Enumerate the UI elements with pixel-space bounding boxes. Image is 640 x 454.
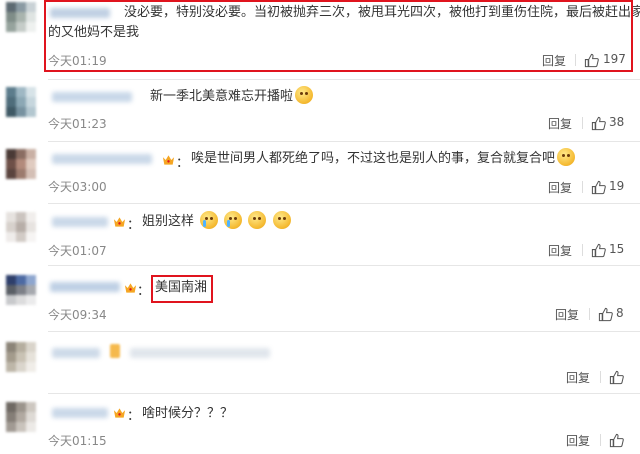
crown-icon	[113, 408, 126, 418]
avatar[interactable]	[6, 402, 36, 432]
comment-text: 姐别这样	[142, 211, 291, 233]
comment-text: 唉是世间男人都死绝了吗，不过这也是别人的事，复合就复合吧	[191, 148, 576, 170]
thumbs-up-icon[interactable]	[591, 116, 606, 131]
colon: ：	[137, 284, 151, 299]
highlight-box	[151, 275, 213, 303]
comment-text: 啥时候分？？？	[142, 406, 234, 421]
username[interactable]	[52, 408, 108, 418]
divider	[600, 371, 601, 383]
comment-time: 今天01:07	[48, 244, 107, 258]
emoji-icon	[248, 211, 267, 229]
reply-button[interactable]: 回复	[548, 179, 572, 196]
like-count: 15	[609, 242, 625, 256]
like-count: 38	[609, 115, 625, 129]
divider	[582, 117, 583, 129]
comment-item: 没必要，特别没必要。当初被抛弃三次，被甩耳光四次，被他打到重伤住院，最后被赶出家…	[0, 0, 640, 78]
thumbs-up-icon[interactable]	[609, 370, 624, 385]
comment-item: ： 姐别这样 今天01:07 回复 15	[0, 204, 640, 266]
reply-button[interactable]: 回复	[566, 432, 590, 449]
comment-text: 新一季北美意难忘开播啦	[150, 86, 314, 108]
username[interactable]	[52, 154, 152, 164]
colon: ：	[127, 409, 141, 424]
comment-time: 今天01:23	[48, 117, 107, 131]
comment-time: 今天03:00	[48, 180, 107, 194]
crown-icon	[113, 217, 126, 227]
crying-emoji-icon	[224, 211, 243, 229]
thumbs-up-icon[interactable]	[591, 243, 606, 258]
username[interactable]	[52, 217, 108, 227]
comment-time: 今天01:15	[48, 434, 107, 448]
comment-item: ： 唉是世间男人都死绝了吗，不过这也是别人的事，复合就复合吧 今天03:00 回…	[0, 142, 640, 204]
colon: ：	[127, 218, 141, 233]
comment-item: ： 啥时候分？？？ 今天01:15 回复	[0, 394, 640, 454]
reply-button[interactable]: 回复	[555, 306, 579, 323]
emoji-icon	[272, 211, 291, 229]
reply-button[interactable]: 回复	[548, 115, 572, 132]
emoji-icon	[557, 148, 576, 166]
colon: ：	[176, 156, 190, 171]
comment-time: 今天09:34	[48, 308, 107, 322]
username[interactable]	[50, 282, 120, 292]
reply-button[interactable]: 回复	[548, 242, 572, 259]
comment-item: 回复	[0, 332, 640, 394]
username[interactable]	[52, 348, 100, 358]
crown-icon	[162, 155, 175, 165]
comment-item: ： 美国南湘 今天09:34 回复 8	[0, 266, 640, 330]
blurred-content	[130, 348, 270, 358]
highlight-box	[44, 0, 633, 72]
avatar[interactable]	[6, 2, 36, 32]
crying-emoji-icon	[200, 211, 219, 229]
username-badge	[110, 344, 120, 358]
username[interactable]	[52, 92, 132, 102]
thumbs-up-icon[interactable]	[598, 307, 613, 322]
divider	[582, 244, 583, 256]
avatar[interactable]	[6, 149, 36, 179]
thumbs-up-icon[interactable]	[591, 180, 606, 195]
divider	[600, 434, 601, 446]
emoji-icon	[295, 86, 314, 104]
like-count: 8	[616, 306, 624, 320]
divider	[582, 181, 583, 193]
avatar[interactable]	[6, 212, 36, 242]
avatar[interactable]	[6, 275, 36, 305]
comment-item: 新一季北美意难忘开播啦 今天01:23 回复 38	[0, 80, 640, 142]
reply-button[interactable]: 回复	[566, 369, 590, 386]
divider	[589, 308, 590, 320]
like-count: 19	[609, 179, 625, 193]
crown-icon	[124, 283, 137, 293]
avatar[interactable]	[6, 342, 36, 372]
thumbs-up-icon[interactable]	[609, 433, 624, 448]
avatar[interactable]	[6, 87, 36, 117]
